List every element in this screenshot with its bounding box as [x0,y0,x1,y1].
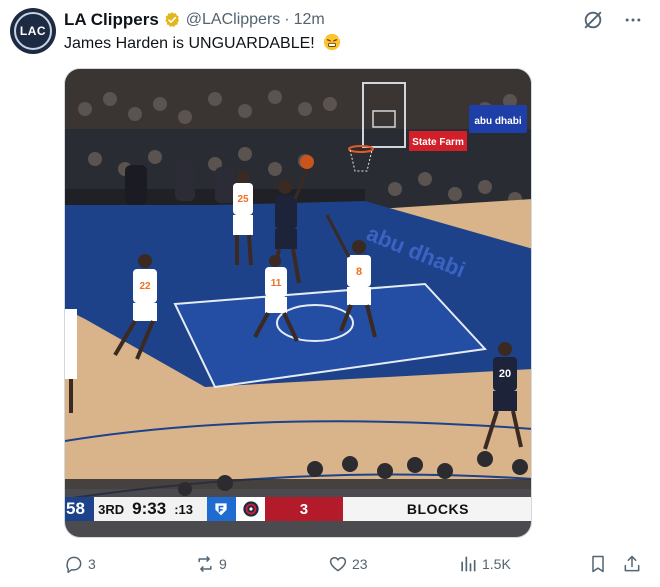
verified-badge-icon[interactable] [163,11,181,29]
like-button[interactable]: 23 [328,552,368,576]
avatar[interactable]: LAC [10,8,56,54]
jersey-number-defender-2: 11 [271,278,282,289]
tweet-body: James Harden is UNGUARDABLE! [64,35,315,52]
heart-icon [329,556,347,572]
repost-icon [198,556,212,572]
stat-label: BLOCKS [342,497,531,521]
arena-sign-1: abu dhabi [474,116,521,127]
jersey-number-defender-3: 8 [356,266,362,278]
team-score: 58 [65,497,95,521]
avatar-text: LAC [19,24,47,38]
reply-icon [66,556,82,574]
repost-count: 9 [219,556,227,572]
reply-count: 3 [88,556,96,572]
timestamp[interactable]: 12m [294,11,325,29]
network-logo-icon [206,497,236,521]
game-clock-panel: 3RD 9:33 :13 [94,497,207,521]
bookmark-icon [592,555,604,573]
game-clock: 9:33 [132,499,167,518]
video-player[interactable]: abu dhabi State Farm abu dhabi 25 11 8 2… [64,68,532,538]
opponent-score: 3 [265,497,343,521]
jersey-number-left-player: 22 [139,281,151,292]
frustrated-face-emoji-icon [323,33,341,51]
view-count: 1.5K [482,556,511,572]
video-frame: abu dhabi State Farm abu dhabi 25 11 8 2… [65,69,531,537]
tweet-text: James Harden is UNGUARDABLE! [64,33,341,53]
jersey-number-defender-1: 25 [237,194,249,205]
grok-icon[interactable] [582,9,604,31]
repost-button[interactable]: 9 [195,552,227,576]
tweet-header: LA Clippers @LAClippers · 12m [64,9,644,31]
views-button[interactable]: 1.5K [458,552,511,576]
separator-dot: · [284,11,290,28]
team-logo-icon [236,497,266,521]
avatar-ring: LAC [14,12,52,50]
share-icon [624,555,640,572]
share-button[interactable] [622,552,642,576]
reply-button[interactable]: 3 [64,552,96,576]
period: 3RD [98,501,125,517]
author-name[interactable]: LA Clippers [64,10,159,30]
more-options-icon[interactable] [622,9,644,31]
bookmark-button[interactable] [588,552,608,576]
like-count: 23 [352,556,368,572]
scoreboard-bar: 58 3RD 9:33 :13 3 BLOCKS [65,497,531,521]
author-handle[interactable]: @LAClippers [186,11,281,29]
shot-clock: :13 [174,501,193,517]
action-bar: 3 9 23 1.5K [64,552,644,576]
jersey-number-offense-right: 20 [499,368,511,380]
arena-sign-2: State Farm [412,137,464,148]
bar-chart-icon [461,556,476,572]
